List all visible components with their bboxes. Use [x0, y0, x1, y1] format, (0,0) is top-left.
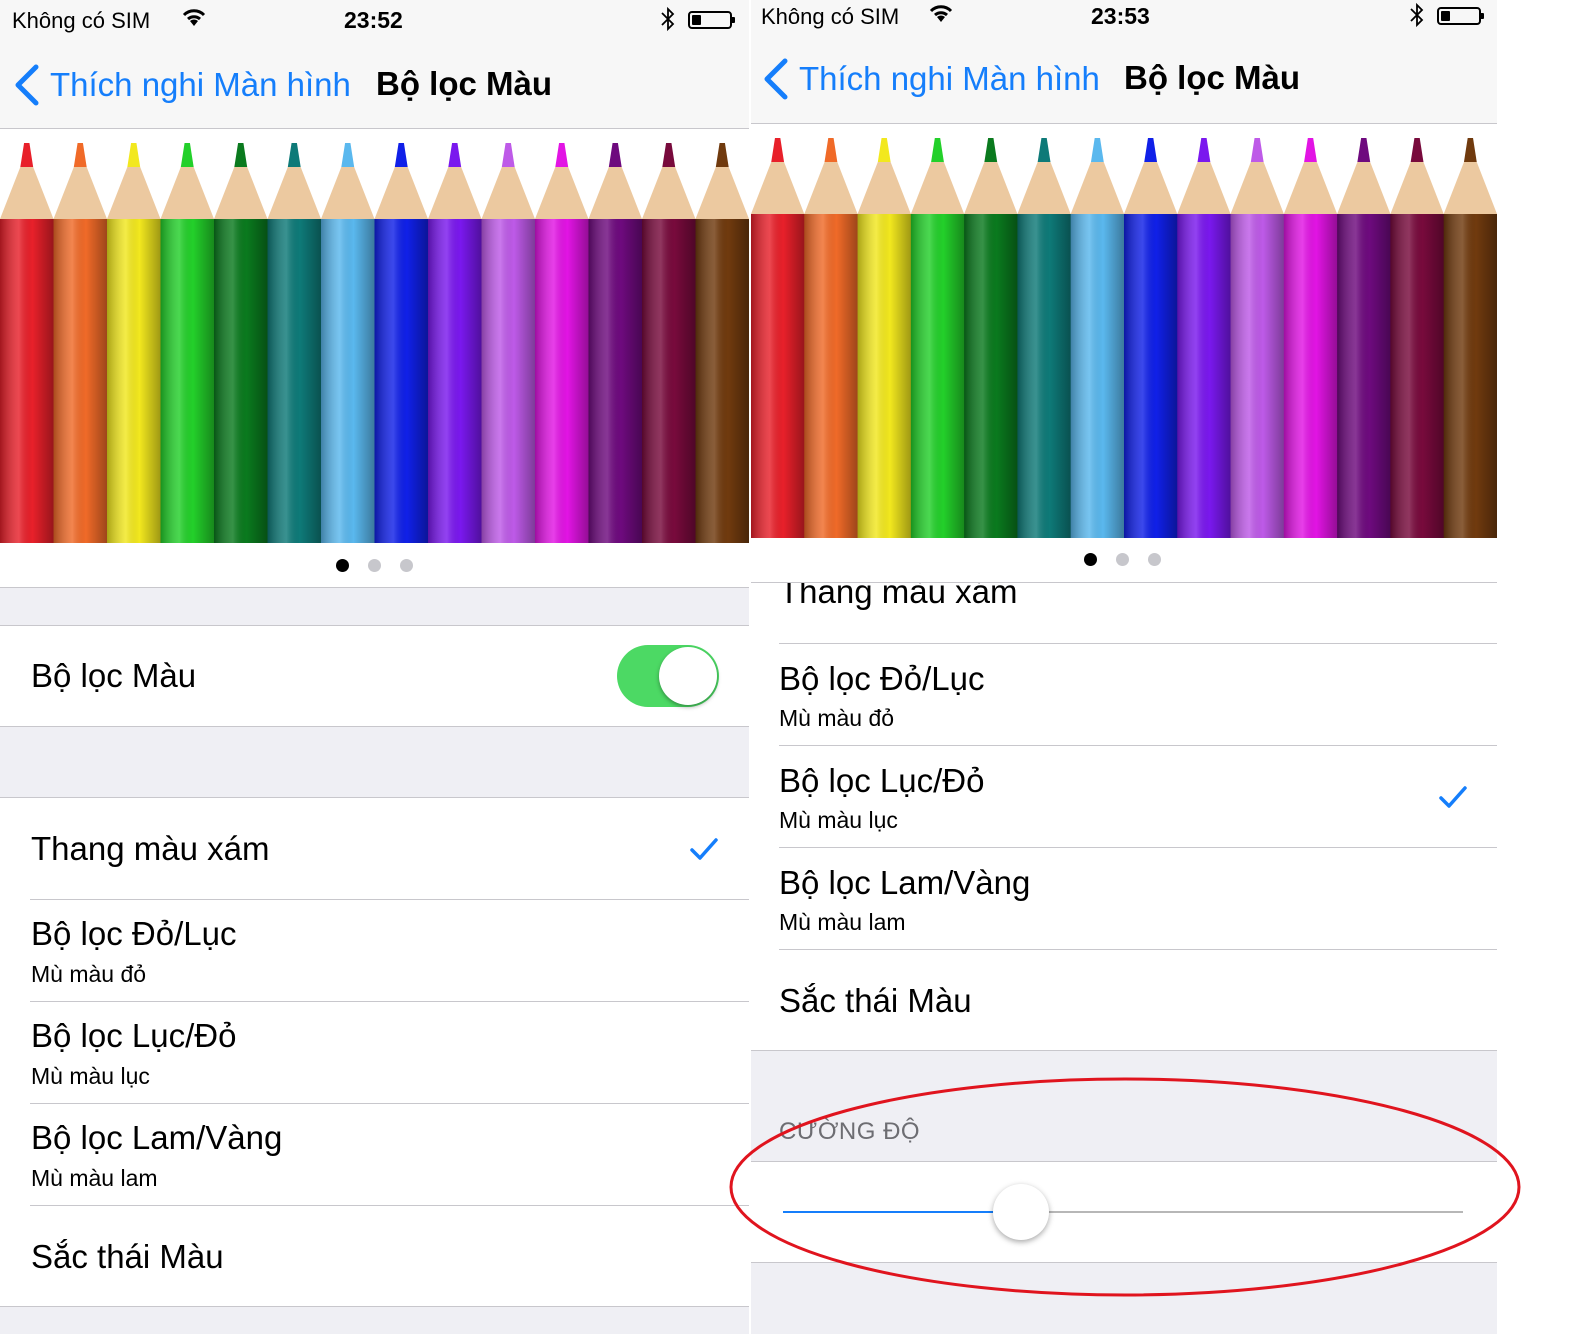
- filter-row-tritanopia[interactable]: Bộ lọc Lam/Vàng Mù màu lam: [751, 847, 1497, 949]
- filter-title: Sắc thái Màu: [31, 1238, 224, 1275]
- filter-title: Bộ lọc Lam/Vàng: [779, 864, 1031, 901]
- checkmark-icon: [690, 838, 718, 860]
- color-filters-row: Bộ lọc Màu: [0, 626, 749, 726]
- pencils-illustration: [751, 138, 1497, 538]
- battery-icon: [1437, 7, 1484, 25]
- checkmark-icon: [1439, 786, 1467, 808]
- filter-row-color-tint[interactable]: Sắc thái Màu: [0, 1205, 749, 1306]
- screen-left: Không có SIM 23:52 Thích nghi Màn hình B…: [0, 0, 749, 1334]
- back-button[interactable]: Thích nghi Màn hình: [14, 64, 351, 106]
- filter-subtitle: Mù màu lam: [31, 1165, 158, 1191]
- filter-subtitle: Mù màu đỏ: [779, 705, 895, 731]
- page-indicator[interactable]: [0, 543, 749, 588]
- filter-title: Bộ lọc Lam/Vàng: [31, 1119, 283, 1156]
- filter-row-color-tint[interactable]: Sắc thái Màu: [751, 949, 1497, 1048]
- filter-row-protanopia[interactable]: Bộ lọc Đỏ/Lục Mù màu đỏ: [751, 643, 1497, 745]
- intensity-header: CƯỜNG ĐỘ: [779, 1118, 921, 1145]
- clock: 23:52: [344, 7, 403, 33]
- filter-row-tritanopia[interactable]: Bộ lọc Lam/Vàng Mù màu lam: [0, 1103, 749, 1205]
- nav-bar: Thích nghi Màn hình Bộ lọc Màu: [0, 40, 749, 129]
- screen-right: Không có SIM 23:53 Thích nghi Màn hình B…: [751, 0, 1497, 1334]
- page-dot-1[interactable]: [336, 559, 349, 572]
- slider-fill: [783, 1211, 1021, 1213]
- filter-title: Sắc thái Màu: [779, 982, 972, 1019]
- battery-icon: [688, 11, 735, 29]
- bluetooth-icon: [660, 6, 676, 38]
- status-bar: Không có SIM 23:53: [751, 0, 1497, 36]
- filter-row-deuteranopia[interactable]: Bộ lọc Lục/Đỏ Mù màu lục: [0, 1001, 749, 1103]
- switch-knob: [659, 647, 717, 705]
- filter-title: Bộ lọc Đỏ/Lục: [31, 915, 237, 952]
- filter-title: Bộ lọc Lục/Đỏ: [31, 1017, 237, 1054]
- back-label: Thích nghi Màn hình: [799, 60, 1100, 97]
- filter-subtitle: Mù màu lam: [779, 909, 906, 935]
- color-filters-label: Bộ lọc Màu: [31, 657, 197, 694]
- wifi-icon: [927, 2, 955, 30]
- bluetooth-icon: [1409, 2, 1425, 34]
- page-dot-3[interactable]: [1148, 553, 1161, 566]
- page-dot-3[interactable]: [400, 559, 413, 572]
- color-filters-switch[interactable]: [617, 645, 719, 707]
- preview-image: [0, 129, 749, 543]
- filter-subtitle: Mù màu đỏ: [31, 961, 147, 987]
- page-indicator[interactable]: [751, 538, 1497, 582]
- page-dot-2[interactable]: [1116, 553, 1129, 566]
- page-title: Bộ lọc Màu: [1124, 59, 1301, 96]
- status-bar: Không có SIM 23:52: [0, 0, 749, 40]
- chevron-left-icon: [15, 64, 39, 106]
- page-title: Bộ lọc Màu: [376, 65, 553, 102]
- pencils-illustration: [0, 143, 749, 543]
- chevron-left-icon: [764, 58, 788, 100]
- filter-title: Bộ lọc Lục/Đỏ: [779, 762, 985, 799]
- filter-row-grayscale-partial[interactable]: Thang màu xám: [751, 583, 1497, 643]
- slider-thumb[interactable]: [993, 1184, 1049, 1240]
- filter-subtitle: Mù màu lục: [779, 807, 898, 833]
- preview-image: [751, 124, 1497, 538]
- intensity-group: [751, 1161, 1497, 1263]
- filter-title: Thang màu xám: [779, 583, 1018, 610]
- filter-list: Thang màu xám Bộ lọc Đỏ/Lục Mù màu đỏ Bộ…: [751, 582, 1497, 1051]
- filter-row-protanopia[interactable]: Bộ lọc Đỏ/Lục Mù màu đỏ: [0, 899, 749, 1001]
- carrier-label: Không có SIM: [761, 4, 900, 29]
- filter-list: Thang màu xám Bộ lọc Đỏ/Lục Mù màu đỏ Bộ…: [0, 797, 749, 1307]
- filter-title: Bộ lọc Đỏ/Lục: [779, 660, 985, 697]
- filter-row-grayscale[interactable]: Thang màu xám: [0, 798, 749, 899]
- filter-row-deuteranopia[interactable]: Bộ lọc Lục/Đỏ Mù màu lục: [751, 745, 1497, 847]
- carrier-label: Không có SIM: [12, 8, 151, 33]
- clock: 23:53: [1091, 3, 1150, 29]
- color-filters-toggle-group: Bộ lọc Màu: [0, 625, 749, 727]
- intensity-slider[interactable]: [783, 1211, 1463, 1213]
- page-dot-1[interactable]: [1084, 553, 1097, 566]
- page-dot-2[interactable]: [368, 559, 381, 572]
- back-label: Thích nghi Màn hình: [50, 66, 351, 103]
- filter-title: Thang màu xám: [31, 830, 270, 867]
- wifi-icon: [180, 6, 208, 34]
- filter-subtitle: Mù màu lục: [31, 1063, 150, 1089]
- back-button[interactable]: Thích nghi Màn hình: [763, 58, 1100, 100]
- nav-bar: Thích nghi Màn hình Bộ lọc Màu: [751, 36, 1497, 124]
